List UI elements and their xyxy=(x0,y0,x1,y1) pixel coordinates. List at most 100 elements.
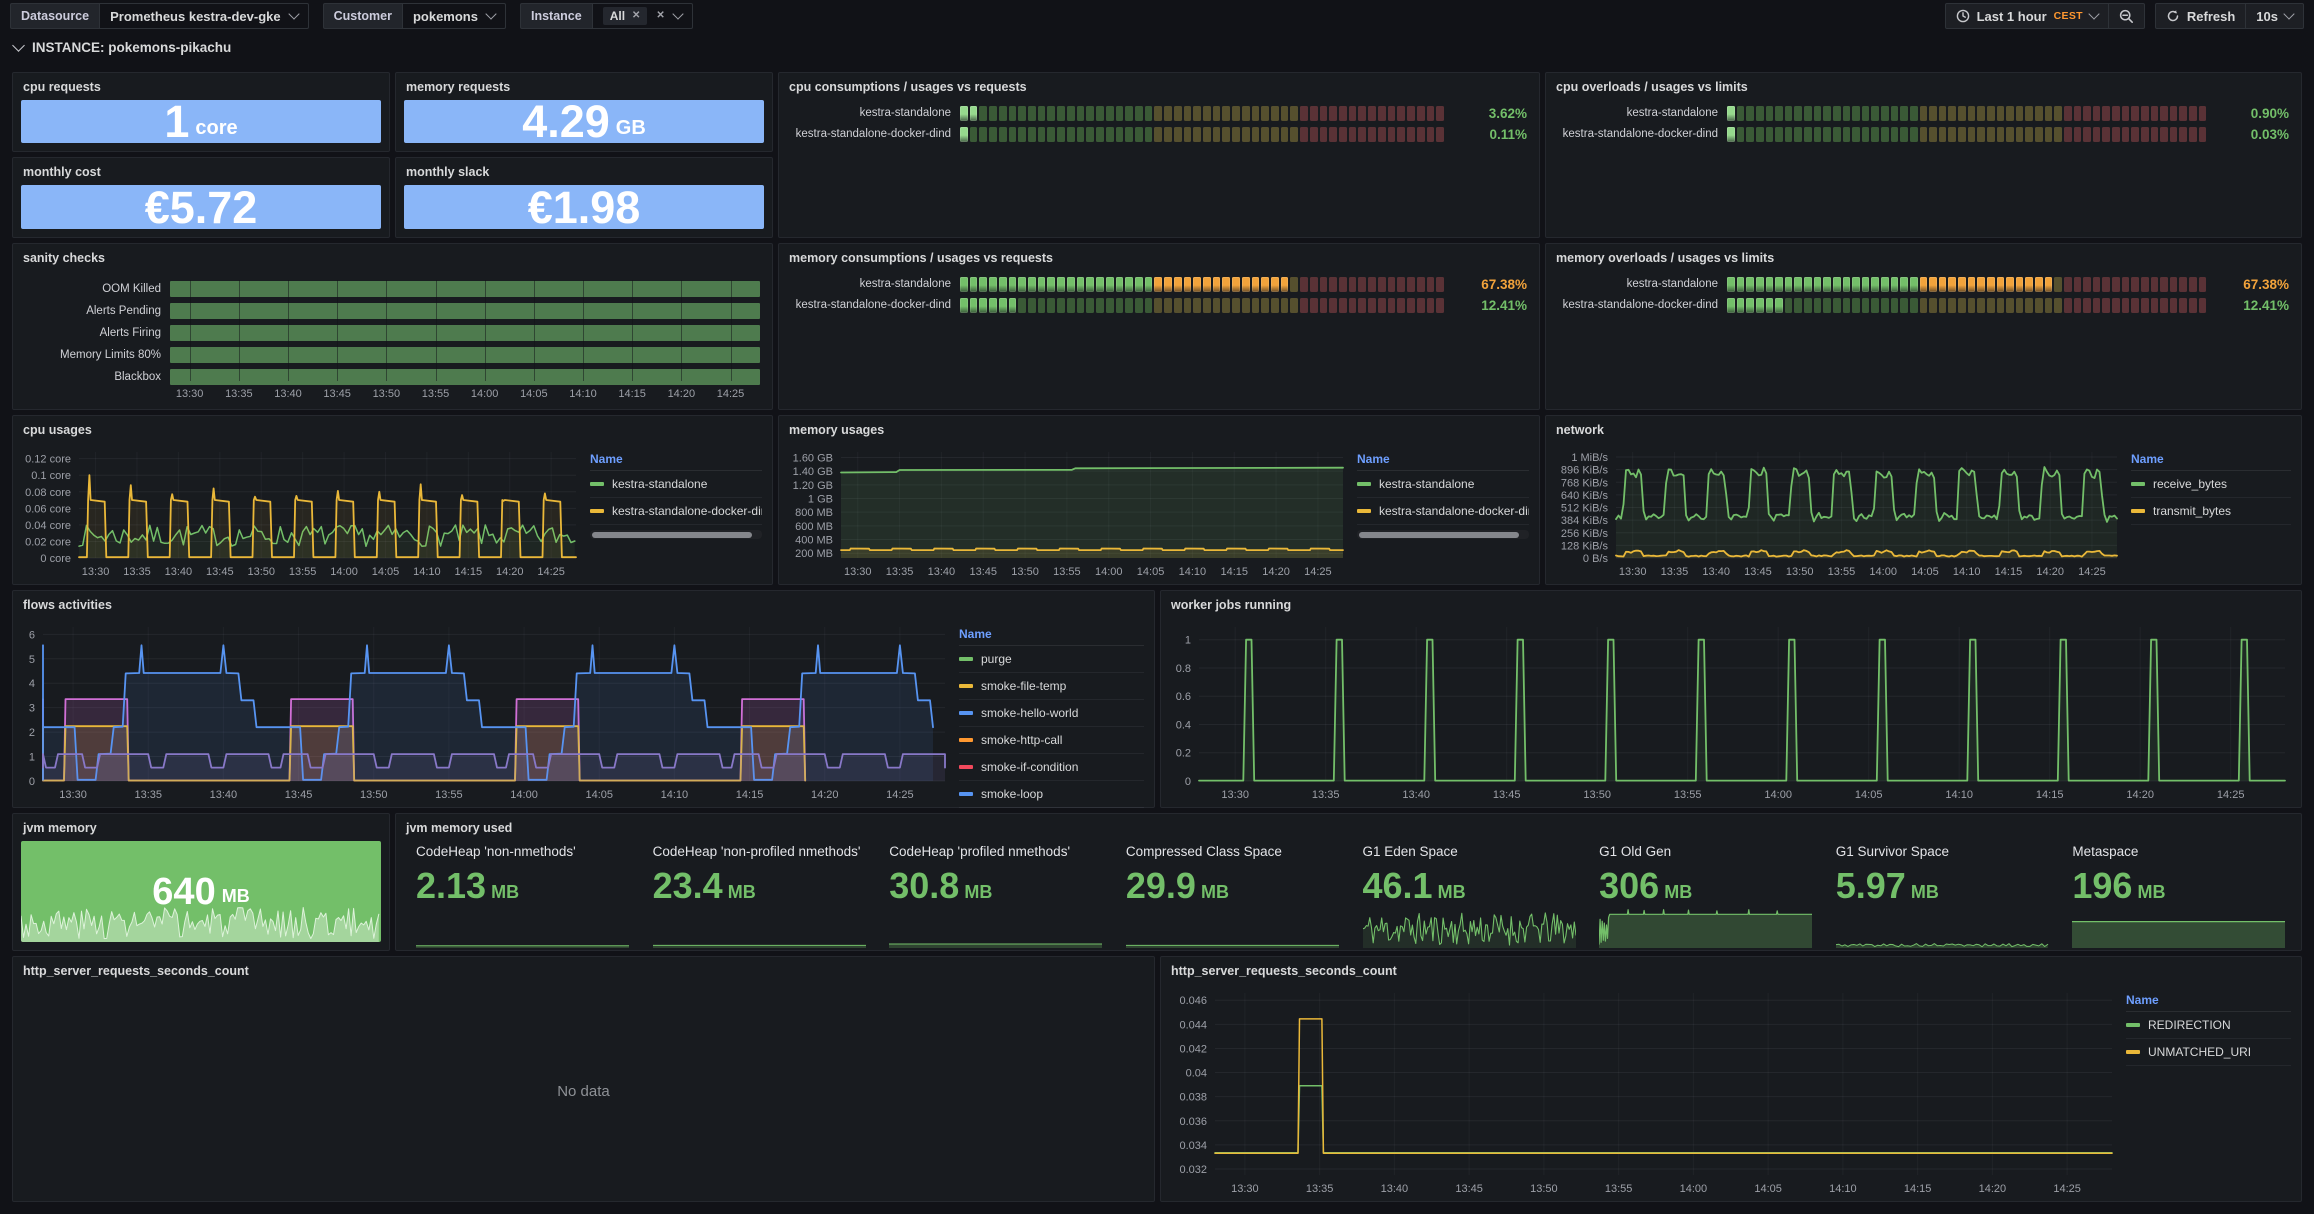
legend-item-receive_bytes[interactable]: receive_bytes xyxy=(2131,471,2291,498)
gauge-cell xyxy=(2189,277,2197,292)
legend-item-transmit_bytes[interactable]: transmit_bytes xyxy=(2131,498,2291,525)
gauge-cell xyxy=(2054,298,2062,313)
legend-item-kestra-standalone[interactable]: kestra-standalone xyxy=(590,471,762,498)
gauge-cell xyxy=(1213,127,1221,142)
panel-title[interactable]: worker jobs running xyxy=(1161,591,2301,617)
gauge-cell xyxy=(1378,106,1386,121)
gauge-cell xyxy=(1077,127,1085,142)
gauge-cell xyxy=(1106,127,1114,142)
gauge-cell xyxy=(1881,298,1889,313)
panel-title[interactable]: cpu overloads / usages vs limits xyxy=(1546,73,2301,99)
scrollbar-handle[interactable] xyxy=(592,532,752,538)
sparkline xyxy=(1363,904,1576,948)
zoom-out-button[interactable] xyxy=(2109,3,2145,29)
gauge-cell xyxy=(1106,298,1114,313)
panel-title[interactable]: http_server_requests_seconds_count xyxy=(1161,957,2301,983)
gauge-cell xyxy=(2112,277,2120,292)
gauge-cell xyxy=(1397,277,1405,292)
legend-item-purge[interactable]: purge xyxy=(959,646,1144,673)
panel-title[interactable]: sanity checks xyxy=(13,244,772,270)
svg-text:13:30: 13:30 xyxy=(59,789,87,801)
legend-item-kestra-standalone-docker-dind[interactable]: kestra-standalone-docker-dind xyxy=(1357,498,1529,525)
time-range-button[interactable]: Last 1 hour CEST xyxy=(1945,3,2109,29)
legend-item-UNMATCHED_URI[interactable]: UNMATCHED_URI xyxy=(2126,1039,2291,1066)
legend-item-REDIRECTION[interactable]: REDIRECTION xyxy=(2126,1012,2291,1039)
row-header-instance[interactable]: INSTANCE: pokemons-pikachu xyxy=(14,40,231,55)
gauge-cell xyxy=(1184,277,1192,292)
legend-item-smoke-loop[interactable]: smoke-loop xyxy=(959,781,1144,808)
svg-text:14:10: 14:10 xyxy=(1945,789,1973,801)
gauge-row-kestra-standalone: kestra-standalone0.90% xyxy=(1556,105,2289,121)
gauge-cell xyxy=(1814,298,1822,313)
panel-title[interactable]: memory consumptions / usages vs requests xyxy=(779,244,1539,270)
gauge-cell xyxy=(1242,298,1250,313)
stat-title: Metaspace xyxy=(2072,844,2285,861)
gauge-cell xyxy=(1174,127,1182,142)
gauge-cell xyxy=(989,298,997,313)
stat-CodeHeap 'non-nmethods': CodeHeap 'non-nmethods'2.13MB xyxy=(404,842,641,948)
zoom-out-icon xyxy=(2119,9,2134,24)
gauge-cell xyxy=(1968,106,1976,121)
panel-title[interactable]: network xyxy=(1546,416,2301,442)
legend-item-label: purge xyxy=(981,652,1012,666)
refresh-button[interactable]: Refresh xyxy=(2155,3,2246,29)
gauge-cell xyxy=(1271,277,1279,292)
svg-text:13:35: 13:35 xyxy=(1306,1183,1334,1195)
panel-title[interactable]: memory requests xyxy=(396,73,772,99)
svg-text:13:40: 13:40 xyxy=(1702,566,1730,578)
gauge-cell xyxy=(1746,127,1754,142)
refresh-interval-button[interactable]: 10s xyxy=(2246,3,2304,29)
svg-text:0.06 core: 0.06 core xyxy=(25,503,71,515)
gauge-cell xyxy=(2083,106,2091,121)
gauge-cell xyxy=(1968,298,1976,313)
close-icon[interactable]: ✕ xyxy=(632,11,640,21)
scrollbar-handle[interactable] xyxy=(1359,532,1519,538)
gauge-cell xyxy=(2141,127,2149,142)
clear-all-icon[interactable]: ✕ xyxy=(656,11,664,21)
panel-title[interactable]: cpu consumptions / usages vs requests xyxy=(779,73,1539,99)
panel-title[interactable]: cpu usages xyxy=(13,416,772,442)
legend-item-smoke-if-condition[interactable]: smoke-if-condition xyxy=(959,754,1144,781)
gauge-cell xyxy=(2016,298,2024,313)
panel-title[interactable]: jvm memory xyxy=(13,814,389,840)
gauge-bar xyxy=(960,298,1444,313)
panel-title[interactable]: memory overloads / usages vs limits xyxy=(1546,244,2301,270)
gauge-cell xyxy=(1436,106,1444,121)
instance-select[interactable]: All ✕ ✕ xyxy=(592,3,693,29)
panel-title[interactable]: flows activities xyxy=(13,591,1154,617)
customer-select[interactable]: pokemons xyxy=(402,3,506,29)
gauge-cell xyxy=(1862,277,1870,292)
panel-title[interactable]: monthly cost xyxy=(13,158,389,184)
gauge-cell xyxy=(1852,127,1860,142)
panel-title[interactable]: http_server_requests_seconds_count xyxy=(13,957,1154,983)
gauge-cell xyxy=(1920,298,1928,313)
gauge-cell xyxy=(1184,127,1192,142)
legend-scrollbar[interactable] xyxy=(590,530,762,539)
instance-chip-all[interactable]: All ✕ xyxy=(603,7,648,25)
gauge-cell xyxy=(2035,298,2043,313)
gauge-cell xyxy=(1910,127,1918,142)
stat-title: CodeHeap 'non-profiled nmethods' xyxy=(653,844,866,861)
gauge-cell xyxy=(1116,298,1124,313)
gauge-cell xyxy=(2006,277,2014,292)
svg-text:14:15: 14:15 xyxy=(1220,566,1248,578)
panel-title[interactable]: memory usages xyxy=(779,416,1539,442)
gauge-cell xyxy=(1271,298,1279,313)
svg-text:13:55: 13:55 xyxy=(289,566,317,578)
legend-item-smoke-hello-world[interactable]: smoke-hello-world xyxy=(959,700,1144,727)
gauge-cell xyxy=(1756,298,1764,313)
datasource-select[interactable]: Prometheus kestra-dev-gke xyxy=(99,3,309,29)
legend-item-kestra-standalone-docker-dind[interactable]: kestra-standalone-docker-dind xyxy=(590,498,762,525)
gauge-cell xyxy=(1300,298,1308,313)
legend-scrollbar[interactable] xyxy=(1357,530,1529,539)
panel-title[interactable]: jvm memory used xyxy=(396,814,2301,840)
gauge-cell xyxy=(1320,106,1328,121)
legend-item-smoke-http-call[interactable]: smoke-http-call xyxy=(959,727,1144,754)
stat-unit: MB xyxy=(2137,882,2165,903)
multi-stat: CodeHeap 'non-nmethods'2.13MB CodeHeap 'n… xyxy=(404,842,2297,948)
panel-title[interactable]: monthly slack xyxy=(396,158,772,184)
legend-item-smoke-file-temp[interactable]: smoke-file-temp xyxy=(959,673,1144,700)
legend-item-kestra-standalone[interactable]: kestra-standalone xyxy=(1357,471,1529,498)
panel-title[interactable]: cpu requests xyxy=(13,73,389,99)
gauge-cell xyxy=(1096,298,1104,313)
